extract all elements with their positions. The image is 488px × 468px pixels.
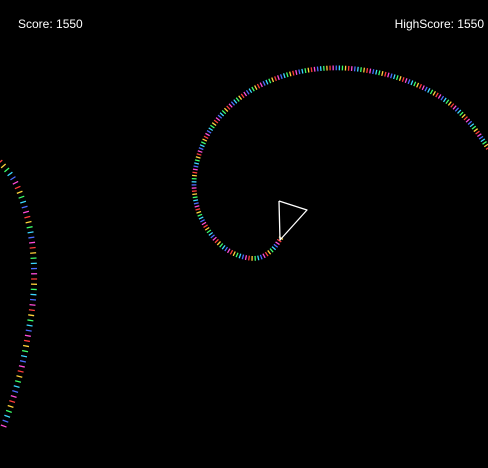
trail-segment	[248, 255, 250, 261]
trail-segment	[29, 246, 36, 249]
trail-segment	[28, 236, 35, 239]
trail-segment	[193, 199, 199, 202]
trail-segment	[28, 309, 35, 312]
background	[0, 0, 488, 468]
trail-segment	[301, 68, 304, 74]
trail-segment	[27, 319, 34, 322]
game-canvas[interactable]	[0, 0, 488, 468]
trail-segment	[30, 252, 37, 254]
trail-segment	[366, 68, 369, 73]
trail-segment	[369, 68, 372, 74]
trail-segment	[29, 241, 36, 244]
trail-segment	[192, 193, 198, 196]
trail-segment	[372, 69, 375, 75]
trail-segment	[29, 303, 36, 306]
trail-segment	[29, 298, 37, 301]
trail-segment	[363, 67, 366, 73]
trail-segment	[304, 68, 307, 74]
trail-segment	[192, 168, 198, 171]
trail-segment	[192, 196, 198, 199]
score-display: Score: 1550	[18, 17, 83, 31]
trail-segment	[192, 171, 198, 174]
trail-segment	[316, 66, 319, 72]
trail-segment	[28, 314, 35, 317]
trail-segment	[356, 66, 359, 72]
score-label: Score: 1550	[18, 17, 83, 31]
highscore-label: HighScore: 1550	[394, 17, 484, 31]
trail-segment	[360, 67, 362, 73]
trail-segment	[313, 66, 316, 72]
trail-segment	[192, 174, 197, 177]
highscore-display: HighScore: 1550	[395, 17, 484, 31]
trail-segment	[307, 67, 310, 73]
trail-segment	[310, 67, 313, 73]
